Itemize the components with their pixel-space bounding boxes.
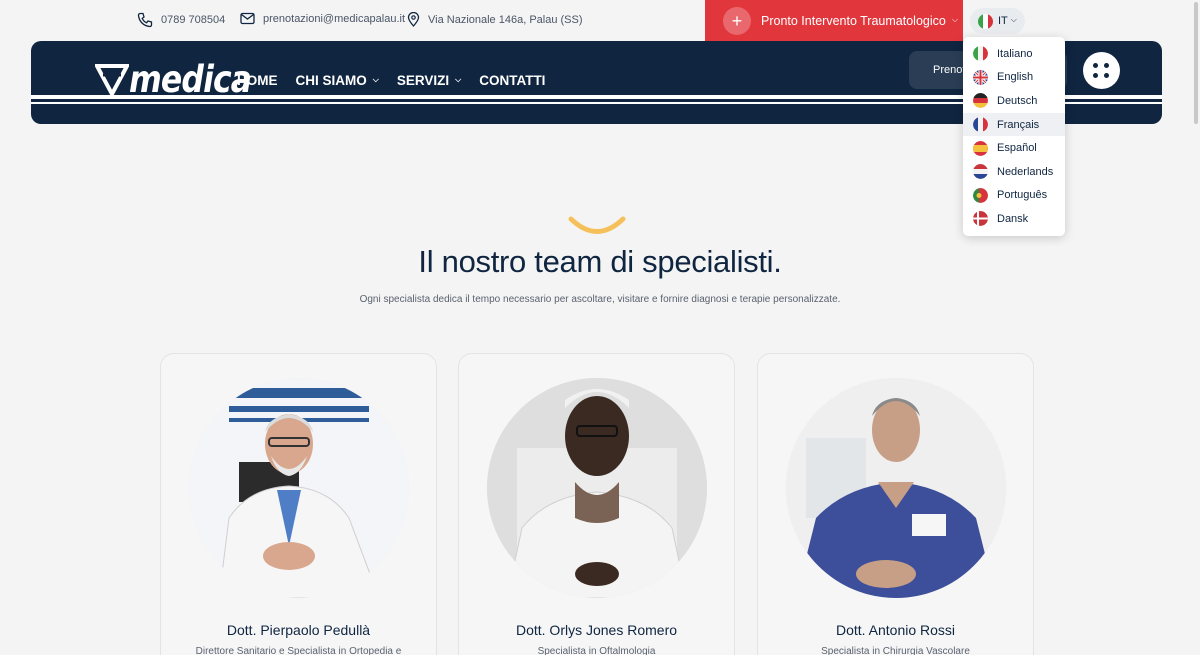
doctor-photo xyxy=(487,378,707,598)
doctor-role: Direttore Sanitario e Specialista in Ort… xyxy=(195,646,402,655)
top-bar: 0789 708504 prenotazioni@medicapalau.it … xyxy=(0,0,1200,41)
language-option-dansk[interactable]: Dansk xyxy=(963,207,1065,231)
doctor-card[interactable]: Dott. Antonio Rossi Specialista in Chiru… xyxy=(757,353,1034,655)
emergency-label: Pronto Intervento Traumatologico xyxy=(761,13,946,28)
nav-chi-siamo[interactable]: CHI SIAMO ⌵ xyxy=(296,73,379,88)
france-flag-icon xyxy=(973,117,988,133)
mail-icon xyxy=(240,12,255,25)
booking-label: Prenot xyxy=(933,64,966,76)
language-label: Português xyxy=(997,189,1048,202)
section-title: Il nostro team di specialisti. xyxy=(418,244,782,279)
language-label: Nederlands xyxy=(997,165,1054,178)
language-label: Français xyxy=(997,118,1040,131)
chevron-down-icon: ⌵ xyxy=(1010,15,1017,24)
germany-flag-icon xyxy=(973,93,988,109)
logo-text: medica xyxy=(129,58,252,101)
language-label: Italiano xyxy=(997,47,1033,60)
language-option-portugues[interactable]: Português xyxy=(963,184,1065,208)
phone-icon xyxy=(137,12,153,28)
nav-home[interactable]: HOME xyxy=(237,73,278,88)
language-label: Deutsch xyxy=(997,94,1038,107)
language-dropdown: Italiano English Deutsch Français Españo… xyxy=(963,37,1065,236)
language-label: Español xyxy=(997,142,1037,155)
doctor-name: Dott. Pierpaolo Pedullà xyxy=(226,622,371,638)
doctor-photo xyxy=(786,378,1006,598)
nav-servizi-label: SERVIZI xyxy=(396,73,450,88)
portugal-flag-icon xyxy=(973,187,988,203)
chevron-down-icon: ⌵ xyxy=(372,74,379,84)
nav-chi-siamo-label: CHI SIAMO xyxy=(295,73,367,88)
dot-icon xyxy=(1104,63,1109,68)
italy-flag-icon xyxy=(973,46,988,62)
nav-contatti-label: CONTATTI xyxy=(479,73,546,88)
logo-triangle-icon xyxy=(95,64,129,97)
nav-servizi[interactable]: SERVIZI ⌵ xyxy=(397,73,461,88)
denmark-flag-icon xyxy=(973,211,988,227)
doctor-card[interactable]: Dott. Pierpaolo Pedullà Direttore Sanita… xyxy=(160,353,437,655)
grid-menu-button[interactable] xyxy=(1083,52,1120,89)
doctor-role: Specialista in Chirurgia Vascolare xyxy=(821,646,970,655)
doctor-photo xyxy=(189,378,409,598)
chevron-down-icon: ⌵ xyxy=(951,14,958,24)
section-subtitle: Ogni specialista dedica il tempo necessa… xyxy=(359,294,841,305)
uk-flag-icon xyxy=(973,69,988,85)
email-address: prenotazioni@medicapalau.it xyxy=(263,12,406,25)
phone-number: 0789 708504 xyxy=(161,14,226,26)
email-contact[interactable]: prenotazioni@medicapalau.it xyxy=(240,12,405,25)
dot-icon xyxy=(1104,73,1109,78)
language-option-english[interactable]: English xyxy=(963,66,1065,90)
address-contact[interactable]: Via Nazionale 146a, Palau (SS) xyxy=(407,12,583,27)
address-text: Via Nazionale 146a, Palau (SS) xyxy=(428,13,583,26)
plus-icon: + xyxy=(723,6,751,35)
main-menu: HOME CHI SIAMO ⌵ SERVIZI ⌵ CONTATTI xyxy=(237,73,563,88)
chevron-down-icon: ⌵ xyxy=(455,74,462,84)
dot-icon xyxy=(1093,73,1098,78)
language-option-espanol[interactable]: Español xyxy=(963,136,1065,160)
emergency-button[interactable]: + Pronto Intervento Traumatologico ⌵ xyxy=(705,0,963,41)
doctor-role: Specialista in Oftalmologia xyxy=(537,646,656,655)
doctor-card[interactable]: Dott. Orlys Jones Romero Specialista in … xyxy=(458,353,735,655)
language-label: Dansk xyxy=(997,212,1029,225)
language-option-nederlands[interactable]: Nederlands xyxy=(963,160,1065,184)
location-pin-icon xyxy=(407,12,420,27)
page-scrollbar[interactable] xyxy=(1194,2,1198,124)
language-label: English xyxy=(997,71,1034,84)
smile-accent-icon xyxy=(568,216,626,234)
language-option-francais[interactable]: Français xyxy=(963,112,1065,137)
language-option-deutsch[interactable]: Deutsch xyxy=(963,89,1065,113)
spain-flag-icon xyxy=(973,140,988,156)
language-selector[interactable]: IT ⌵ xyxy=(970,8,1025,34)
doctor-name: Dott. Antonio Rossi xyxy=(835,622,956,638)
nav-home-label: HOME xyxy=(237,73,278,88)
netherlands-flag-icon xyxy=(973,164,988,180)
current-language: IT xyxy=(998,15,1008,27)
italy-flag-icon xyxy=(978,13,993,29)
nav-contatti[interactable]: CONTATTI xyxy=(479,73,545,88)
doctor-name: Dott. Orlys Jones Romero xyxy=(515,622,678,638)
phone-contact[interactable]: 0789 708504 xyxy=(137,12,225,28)
language-option-italiano[interactable]: Italiano xyxy=(963,42,1065,66)
dot-icon xyxy=(1093,63,1098,68)
